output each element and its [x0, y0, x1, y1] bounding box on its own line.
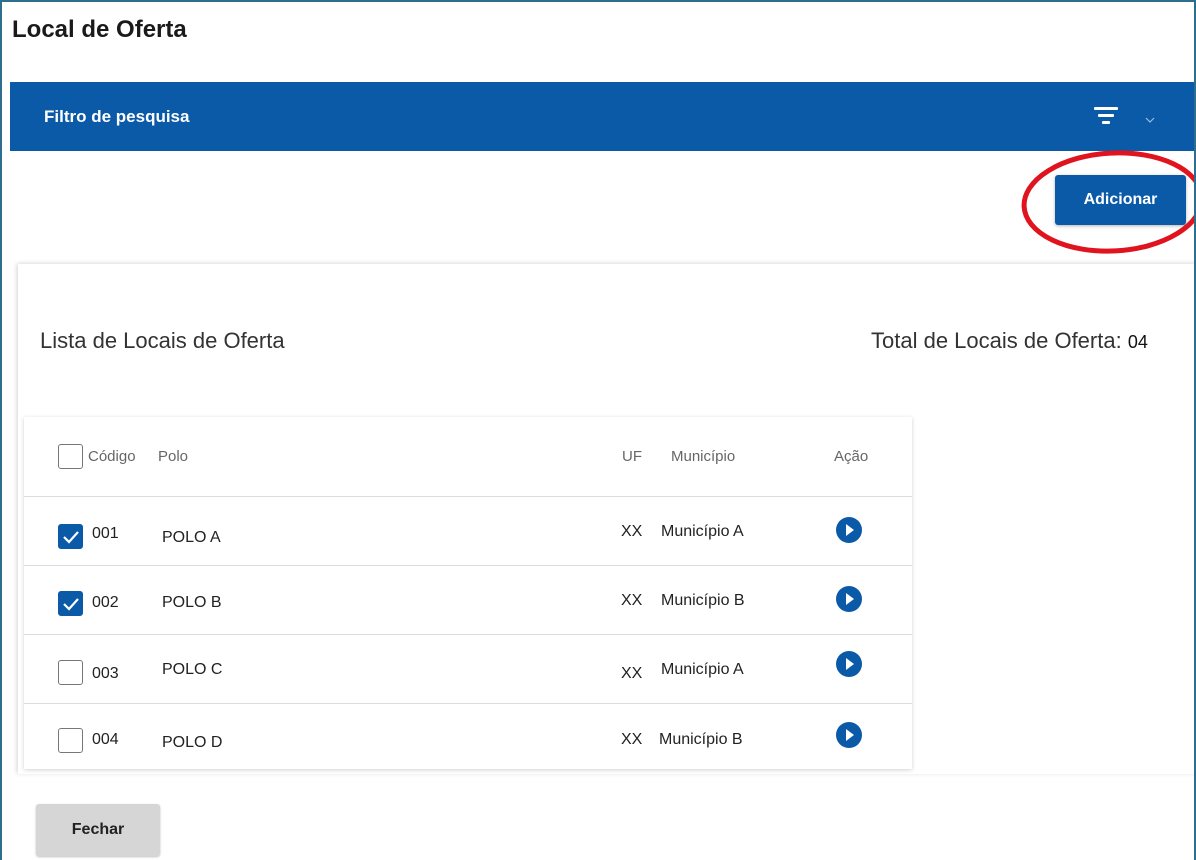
total-count: Total de Locais de Oferta: 04 [871, 328, 1148, 354]
play-action-icon[interactable] [836, 517, 862, 543]
filter-icon[interactable] [1094, 104, 1120, 126]
row-code: 003 [92, 665, 119, 682]
table-header: Código Polo UF Município Ação [24, 417, 912, 497]
row-municipio: Município A [661, 661, 744, 678]
locations-table: Código Polo UF Município Ação 001 POLO A… [24, 417, 912, 769]
play-action-icon[interactable] [836, 722, 862, 748]
filter-panel-title: Filtro de pesquisa [44, 107, 190, 126]
add-button[interactable]: Adicionar [1055, 175, 1186, 225]
checkmark-icon [63, 531, 79, 544]
row-polo: POLO B [162, 594, 222, 611]
row-uf: XX [621, 731, 643, 748]
row-checkbox[interactable] [58, 728, 83, 753]
app-window: Local de Oferta Filtro de pesquisa Adici… [0, 0, 1196, 860]
checkmark-icon [63, 598, 79, 611]
row-checkbox[interactable] [58, 591, 83, 616]
page-title: Local de Oferta [12, 16, 187, 43]
row-polo: POLO C [162, 661, 223, 678]
total-count-value: 04 [1127, 332, 1148, 352]
row-uf: XX [621, 523, 643, 540]
play-action-icon[interactable] [836, 651, 862, 677]
column-header-municipio[interactable]: Município [671, 448, 735, 465]
row-uf: XX [621, 592, 643, 609]
row-checkbox[interactable] [58, 524, 83, 549]
row-municipio: Município B [661, 592, 745, 609]
row-uf: XX [621, 665, 643, 682]
total-count-label: Total de Locais de Oferta: [871, 328, 1122, 353]
row-checkbox[interactable] [58, 660, 83, 685]
column-header-uf[interactable]: UF [622, 448, 642, 465]
play-action-icon[interactable] [836, 586, 862, 612]
row-code: 002 [92, 594, 119, 611]
table-row[interactable]: 004 POLO D XX Município B [24, 704, 912, 769]
select-all-checkbox[interactable] [58, 444, 83, 469]
row-polo: POLO A [162, 529, 221, 546]
row-code: 001 [92, 525, 119, 542]
row-municipio: Município A [661, 523, 744, 540]
table-row[interactable]: 002 POLO B XX Município B [24, 566, 912, 635]
search-filter-panel[interactable]: Filtro de pesquisa [10, 82, 1194, 151]
table-row[interactable]: 003 POLO C XX Município A [24, 635, 912, 704]
list-title: Lista de Locais de Oferta [40, 328, 285, 353]
close-button[interactable]: Fechar [36, 804, 160, 856]
row-municipio: Município B [659, 731, 743, 748]
column-header-acao: Ação [834, 448, 869, 465]
row-polo: POLO D [162, 734, 223, 751]
chevron-down-icon[interactable] [1145, 112, 1155, 123]
column-header-code[interactable]: Código [88, 448, 136, 465]
table-row[interactable]: 001 POLO A XX Município A [24, 497, 912, 566]
row-code: 004 [92, 731, 119, 748]
column-header-polo[interactable]: Polo [158, 448, 188, 465]
